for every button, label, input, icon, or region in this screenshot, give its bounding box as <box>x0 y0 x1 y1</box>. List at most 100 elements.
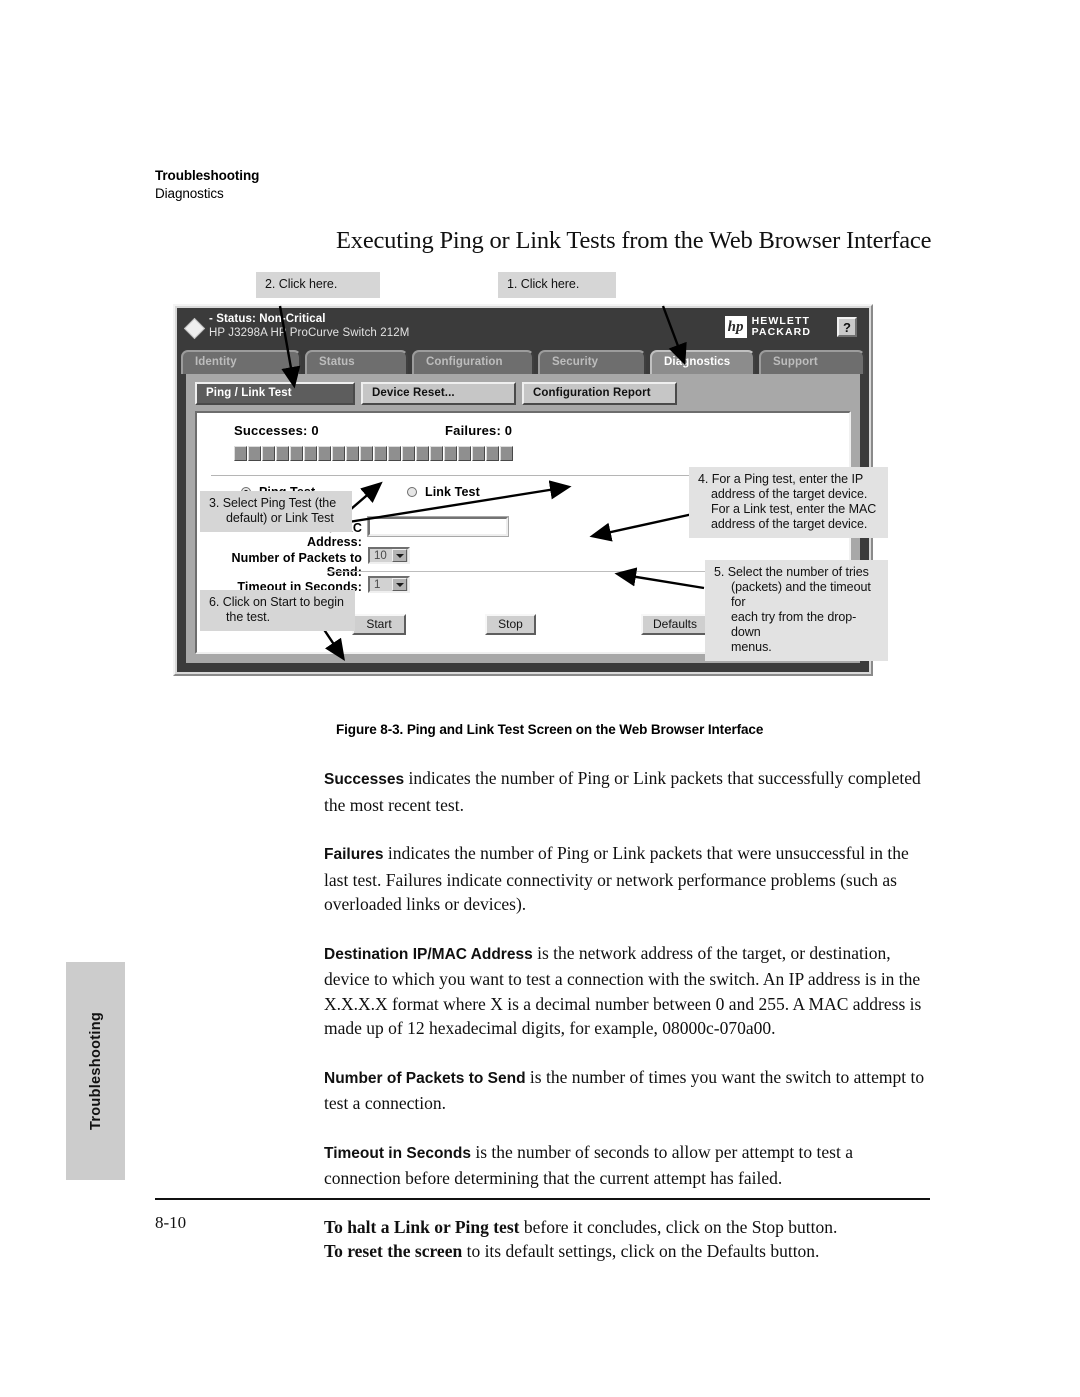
callout-5-line3: each try from the drop-down <box>731 610 857 639</box>
progress-segment <box>248 446 261 461</box>
subtab-ping-link-test[interactable]: Ping / Link Test <box>195 382 355 405</box>
stop-button[interactable]: Stop <box>485 614 536 635</box>
progress-segment <box>318 446 331 461</box>
term-halt: To halt a Link or Ping test <box>324 1216 520 1237</box>
callout-3-line2: default) or Link Test <box>226 511 334 525</box>
callout-5: 5. Select the number of tries (packets) … <box>705 560 888 661</box>
chapter-thumb-tab-label: Troubleshooting <box>87 1011 104 1131</box>
callout-6-line2: the test. <box>226 610 271 624</box>
paragraph-successes: Successes indicates the number of Ping o… <box>324 766 932 817</box>
callout-4: 4. For a Ping test, enter the IP address… <box>689 467 888 538</box>
progress-segment <box>444 446 457 461</box>
page-title: Executing Ping or Link Tests from the We… <box>336 227 932 254</box>
callout-3-line1: 3. Select Ping Test (the <box>209 496 337 510</box>
timeout-select[interactable]: 1 <box>368 576 410 593</box>
callout-4-text: 4. For a Ping test, enter the IP address… <box>698 472 877 531</box>
term-successes: Successes <box>324 771 405 788</box>
status-text: - Status: Non-Critical <box>209 313 326 325</box>
callout-6-line1: 6. Click on Start to begin <box>209 595 344 609</box>
packets-select-value: 10 <box>374 549 387 562</box>
callout-3: 3. Select Ping Test (the default) or Lin… <box>200 491 352 532</box>
progress-segment <box>276 446 289 461</box>
progress-segment <box>458 446 471 461</box>
callout-2: 2. Click here. <box>256 272 380 298</box>
progress-segment <box>430 446 443 461</box>
paragraph-reset-text: to its default settings, click on the De… <box>462 1241 820 1261</box>
paragraph-reset: To reset the screen to its default setti… <box>324 1239 932 1264</box>
successes-counter: Successes: 0 <box>234 423 319 438</box>
document-page: Troubleshooting Diagnostics Executing Pi… <box>0 0 1080 1397</box>
status-diamond-icon <box>183 317 206 340</box>
link-test-label[interactable]: Link Test <box>425 485 480 499</box>
term-timeout: Timeout in Seconds <box>324 1144 471 1162</box>
defaults-button[interactable]: Defaults <box>641 614 709 635</box>
callout-6: 6. Click on Start to begin the test. <box>200 590 355 631</box>
tab-configuration[interactable]: Configuration <box>412 350 534 374</box>
header-chapter: Troubleshooting <box>155 168 260 183</box>
progress-segment <box>304 446 317 461</box>
paragraph-timeout: Timeout in Seconds is the number of seco… <box>324 1140 932 1191</box>
test-progress-bar <box>234 446 513 461</box>
term-packets: Number of Packets to Send <box>324 1069 526 1087</box>
progress-segment <box>374 446 387 461</box>
window-titlebar: - Status: Non-Critical HP J3298A HP ProC… <box>177 308 869 348</box>
paragraph-failures-text: indicates the number of Ping or Link pac… <box>324 843 909 914</box>
chevron-down-icon[interactable] <box>392 578 407 591</box>
callout-5-line4: menus. <box>731 640 772 654</box>
failures-counter: Failures: 0 <box>445 423 513 438</box>
start-button[interactable]: Start <box>352 614 406 635</box>
timeout-select-value: 1 <box>374 578 381 591</box>
packets-select[interactable]: 10 <box>368 547 410 564</box>
progress-segment <box>360 446 373 461</box>
hp-wordmark: HEWLETT PACKARD <box>752 316 811 338</box>
header-section: Diagnostics <box>155 186 224 201</box>
figure-screenshot: - Status: Non-Critical HP J3298A HP ProC… <box>168 272 888 712</box>
progress-segment <box>472 446 485 461</box>
subtab-configuration-report[interactable]: Configuration Report <box>522 382 677 405</box>
callout-5-line2: (packets) and the timeout for <box>731 580 871 609</box>
destination-input[interactable] <box>367 516 509 537</box>
body-text: Successes indicates the number of Ping o… <box>324 766 932 1264</box>
chapter-thumb-tab: Troubleshooting <box>66 962 125 1180</box>
progress-segment <box>262 446 275 461</box>
paragraph-halt: To halt a Link or Ping test before it co… <box>324 1215 932 1240</box>
callout-5-line1: 5. Select the number of tries <box>714 565 869 579</box>
paragraph-packets: Number of Packets to Send is the number … <box>324 1065 932 1116</box>
tab-security[interactable]: Security <box>538 350 646 374</box>
footer-rule <box>155 1198 930 1200</box>
progress-segment <box>332 446 345 461</box>
progress-segment <box>402 446 415 461</box>
hp-wordmark-line2: PACKARD <box>751 326 811 338</box>
progress-segment <box>346 446 359 461</box>
paragraph-failures: Failures indicates the number of Ping or… <box>324 841 932 917</box>
chevron-down-icon[interactable] <box>392 549 407 562</box>
page-number: 8-10 <box>155 1213 187 1232</box>
tab-identity[interactable]: Identity <box>181 350 301 374</box>
paragraph-halt-text: before it concludes, click on the Stop b… <box>519 1216 838 1237</box>
tab-diagnostics[interactable]: Diagnostics <box>650 350 755 374</box>
figure-caption: Figure 8-3. Ping and Link Test Screen on… <box>336 722 764 737</box>
term-destination: Destination IP/MAC Address <box>324 945 533 963</box>
primary-tab-bar: Identity Status Configuration Security D… <box>177 348 869 374</box>
term-reset: To reset the screen <box>324 1241 463 1261</box>
term-failures: Failures <box>324 846 384 863</box>
callout-1: 1. Click here. <box>498 272 616 298</box>
progress-segment <box>388 446 401 461</box>
progress-segment <box>234 446 247 461</box>
progress-segment <box>416 446 429 461</box>
running-header: Troubleshooting Diagnostics <box>155 168 259 201</box>
packets-label: Number of Packets to Send: <box>231 551 362 579</box>
paragraph-destination: Destination IP/MAC Address is the networ… <box>324 941 932 1041</box>
link-test-radio[interactable] <box>407 487 417 497</box>
tab-status[interactable]: Status <box>305 350 408 374</box>
progress-segment <box>486 446 499 461</box>
paragraph-successes-text: indicates the number of Ping or Link pac… <box>324 768 921 815</box>
help-button[interactable]: ? <box>837 317 857 337</box>
progress-segment <box>290 446 303 461</box>
tab-support[interactable]: Support <box>759 350 865 374</box>
subtab-device-reset[interactable]: Device Reset... <box>361 382 516 405</box>
hp-mark-icon: hp <box>724 316 747 338</box>
device-model-text: HP J3298A HP ProCurve Switch 212M <box>209 327 410 339</box>
progress-segment <box>500 446 513 461</box>
hp-logo: hp HEWLETT PACKARD <box>724 316 811 338</box>
